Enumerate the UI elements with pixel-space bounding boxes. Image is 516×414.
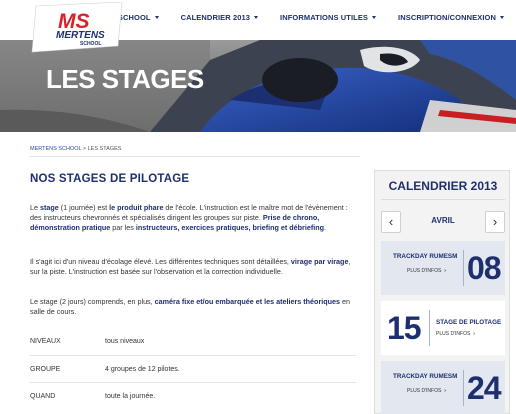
info-row-niveaux: NIVEAUX tous niveaux [30, 328, 356, 355]
event-date: 24 [467, 370, 502, 406]
breadcrumb-home-link[interactable]: MERTENS SCHOOL [30, 146, 81, 152]
page-title: LES STAGES [46, 64, 204, 94]
intro-paragraph: Le stage (1 journée) est le produit phar… [30, 203, 348, 232]
chevron-right-icon: › [473, 331, 475, 337]
section-title: NOS STAGES DE PILOTAGE [30, 173, 190, 185]
info-row-groupe: GROUPE 4 groupes de 12 pilotes. [30, 355, 356, 382]
chevron-right-icon: › [492, 214, 498, 229]
nav-item-informations-utiles[interactable]: INFORMATIONS UTILES [280, 13, 377, 22]
two-day-paragraph: Le stage (2 jours) comprends, en plus, c… [30, 297, 351, 316]
info-key: QUAND [30, 392, 56, 400]
caret-down-icon [154, 16, 159, 19]
next-month-button[interactable]: › [485, 211, 505, 233]
info-key: NIVEAUX [30, 338, 61, 345]
nav-item-inscription-connexion[interactable]: INSCRIPTION/CONNEXION [398, 13, 504, 22]
info-value: tous niveaux [105, 338, 145, 345]
event-name: TRACKDAY RUMESM [393, 373, 458, 380]
logo[interactable]: MS MERTENS SCHOOL [30, 1, 126, 60]
chevron-right-icon: › [444, 388, 446, 394]
logo-name-text: MERTENS [56, 30, 105, 41]
technique-paragraph: Il s'agit ici d'un niveau d'écolage élev… [30, 257, 351, 276]
calendar-widget: CALENDRIER 2013 ‹ AVRIL › TRACKDAY RUMES… [374, 170, 510, 414]
info-value: toute la journée. [105, 392, 156, 400]
event-separator [463, 250, 464, 286]
calendar-title: CALENDRIER 2013 [388, 179, 498, 193]
event-name: STAGE DE PILOTAGE [436, 319, 502, 326]
calendar-event[interactable]: TRACKDAY RUMESM PLUS D'INFOS › 08 [381, 241, 505, 295]
info-value: 4 groupes de 12 pilotes. [105, 365, 180, 373]
event-date: 15 [387, 310, 422, 346]
event-more-info-link[interactable]: PLUS D'INFOS › [407, 268, 446, 274]
logo-badge-icon: MS MERTENS SCHOOL [31, 1, 123, 53]
event-name: TRACKDAY RUMESM [393, 253, 458, 260]
breadcrumb-current: LES STAGES [87, 146, 122, 152]
divider [381, 199, 505, 200]
event-separator [463, 370, 464, 406]
info-row-quand: QUAND toute la journée. [30, 382, 356, 409]
breadcrumb: MERTENS SCHOOL > LES STAGES [30, 146, 121, 152]
info-key: GROUPE [30, 365, 61, 373]
calendar-event[interactable]: TRACKDAY RUMESM PLUS D'INFOS › 24 [381, 361, 505, 414]
event-date: 08 [467, 250, 502, 286]
chevron-right-icon: › [444, 268, 446, 274]
event-more-info-link[interactable]: PLUS D'INFOS › [436, 331, 475, 337]
logo-sub-text: SCHOOL [80, 41, 101, 47]
divider [30, 156, 360, 157]
calendar-event[interactable]: 15 STAGE DE PILOTAGE PLUS D'INFOS › [381, 301, 505, 355]
caret-down-icon [254, 16, 259, 19]
nav-item-calendrier[interactable]: CALENDRIER 2013 [181, 13, 259, 22]
caret-down-icon [500, 16, 504, 19]
month-navigator: ‹ AVRIL › [381, 211, 505, 233]
caret-down-icon [372, 16, 377, 19]
calendar-year: 2013 [470, 179, 498, 193]
event-more-info-link[interactable]: PLUS D'INFOS › [407, 388, 446, 394]
info-table: NIVEAUX tous niveaux GROUPE 4 groupes de… [30, 328, 356, 409]
event-separator [429, 310, 430, 346]
